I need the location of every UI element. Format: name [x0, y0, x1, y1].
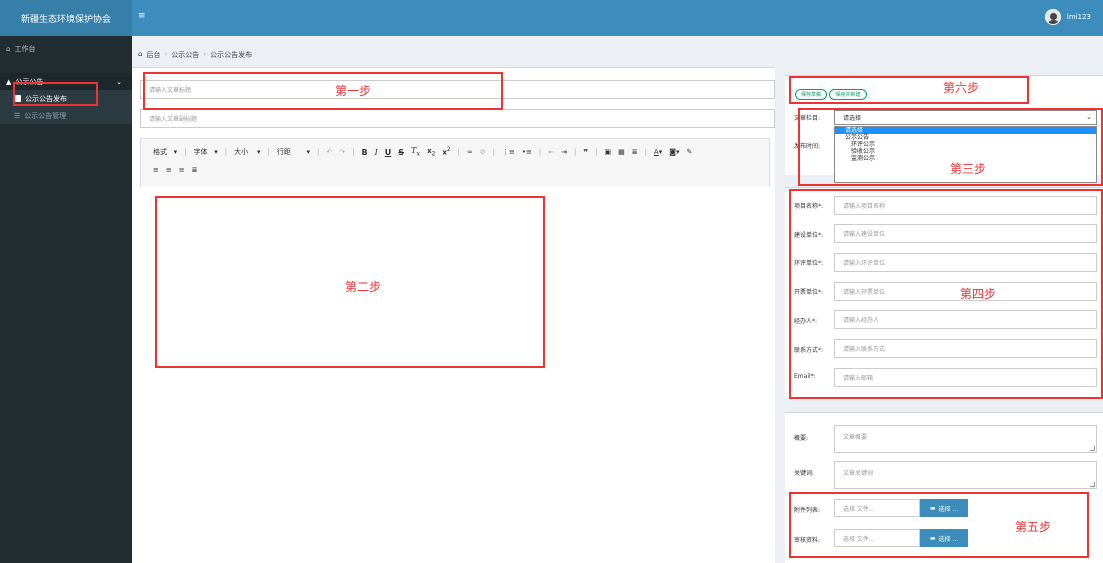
summary-textarea[interactable]: 文章概要: [834, 425, 1097, 453]
size-dropdown[interactable]: 大小 ▾: [234, 147, 260, 157]
unlink-icon[interactable]: ⊘: [480, 148, 486, 156]
user-name: lmi123: [1066, 13, 1091, 21]
underline-icon[interactable]: U: [385, 148, 392, 157]
annotation-box-sidebar: [13, 82, 98, 106]
home-icon[interactable]: ⌂: [138, 50, 142, 60]
numbered-list-icon[interactable]: ⋮≡: [502, 148, 515, 156]
annotation-label-step1: 第一步: [335, 84, 372, 98]
sidebar: ⌂ 工作台 ▲ 公示公告 ⌄ 公示公告发布 ☰ 公示公告管理: [0, 36, 132, 563]
breadcrumb-current: 公示公告发布: [210, 51, 253, 59]
align-justify-icon[interactable]: ≣: [192, 166, 198, 174]
breadcrumb-section[interactable]: 公示公告: [171, 50, 199, 60]
sidebar-item-manage[interactable]: ☰ 公示公告管理: [0, 107, 132, 124]
brand-name: 新疆生态环境保护协会: [20, 14, 111, 25]
editor-toolbar: 格式 ▾ | 字体 ▾ | 大小 ▾ | 行距 ▾ | ↶ ↷ | B I U …: [140, 138, 770, 187]
list-icon: ☰: [14, 111, 21, 120]
bulleted-list-icon[interactable]: •≡: [522, 148, 532, 156]
italic-icon[interactable]: I: [375, 148, 378, 157]
home-icon: ⌂: [6, 44, 11, 53]
annotation-label-step3: 第三步: [950, 162, 987, 176]
subscript-icon[interactable]: x2: [427, 147, 435, 157]
line-height-dropdown[interactable]: 行距 ▾: [277, 147, 310, 157]
align-right-icon[interactable]: ≡: [179, 166, 185, 174]
sidebar-item-workbench[interactable]: ⌂ 工作台: [0, 40, 132, 57]
align-left-icon[interactable]: ≡: [153, 166, 159, 174]
annotation-label-step2: 第二步: [345, 280, 382, 294]
indent-icon[interactable]: ⇥: [561, 148, 567, 156]
breadcrumb-home[interactable]: 后台: [146, 50, 160, 60]
breadcrumb-separator: ›: [164, 50, 168, 58]
sidebar-item-label: 工作台: [14, 44, 36, 53]
background-color-icon[interactable]: ◙▾: [669, 148, 679, 156]
align-center-icon[interactable]: ≡: [166, 166, 172, 174]
summary-label: 概要:: [794, 435, 809, 442]
breadcrumb: ⌂ 后台 › 公示公告 › 公示公告发布: [138, 50, 252, 60]
subtitle-input[interactable]: 请输入文章副标题: [140, 109, 775, 128]
image-icon[interactable]: ▣: [604, 148, 611, 156]
sidebar-item-label: 公示公告管理: [24, 111, 67, 120]
font-dropdown[interactable]: 字体 ▾: [194, 147, 218, 157]
bold-icon[interactable]: B: [361, 148, 367, 157]
annotation-box-step4: [789, 189, 1103, 399]
keywords-textarea[interactable]: 文章关键词: [834, 461, 1097, 489]
top-navbar: ≡ lmi123: [132, 0, 1103, 36]
redo-icon[interactable]: ↷: [339, 148, 345, 156]
bell-icon: ▲: [6, 77, 12, 86]
annotation-box-step6: [789, 76, 1029, 104]
blockquote-icon[interactable]: ❞: [583, 148, 588, 157]
format-dropdown[interactable]: 格式 ▾: [153, 147, 177, 157]
horizontal-rule-icon[interactable]: ≣: [632, 148, 638, 156]
text-color-icon[interactable]: A▾: [654, 148, 662, 156]
annotation-label-step4: 第四步: [960, 287, 997, 301]
chevron-down-icon: ⌄: [116, 77, 122, 86]
annotation-label-step5: 第五步: [1015, 520, 1052, 534]
keywords-label: 关键词:: [794, 470, 815, 477]
link-icon[interactable]: ∞: [467, 148, 473, 156]
brand-logo[interactable]: 新疆生态环境保护协会: [0, 0, 132, 36]
undo-icon[interactable]: ↶: [326, 148, 332, 156]
clear-format-icon[interactable]: Tx: [411, 146, 420, 158]
avatar: [1044, 9, 1061, 25]
menu-toggle-icon[interactable]: ≡: [138, 11, 146, 21]
superscript-icon[interactable]: x2: [442, 147, 450, 156]
annotation-box-step1: [143, 72, 503, 110]
breadcrumb-separator: ›: [203, 50, 207, 58]
table-icon[interactable]: ▦: [618, 148, 625, 156]
outdent-icon[interactable]: ⇤: [548, 148, 554, 156]
user-menu[interactable]: lmi123: [1044, 9, 1091, 25]
brush-icon[interactable]: ✎: [687, 148, 693, 156]
strikethrough-icon[interactable]: S: [398, 148, 404, 157]
annotation-label-step6: 第六步: [943, 81, 980, 95]
